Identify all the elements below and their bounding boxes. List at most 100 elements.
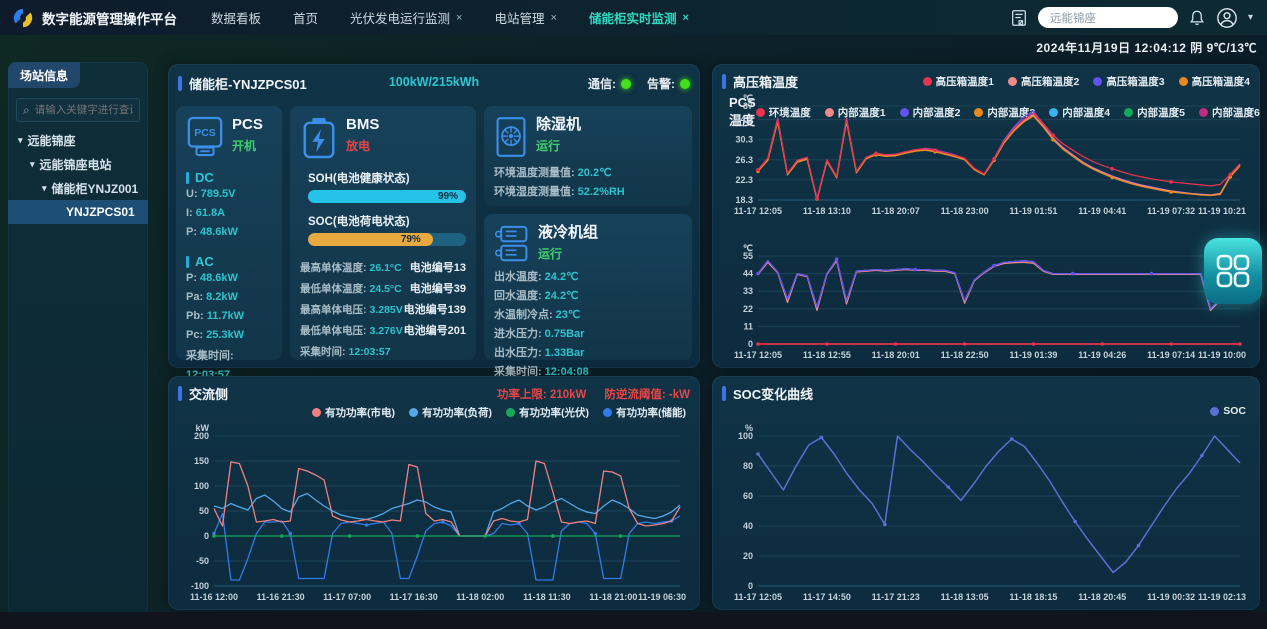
legend-item[interactable]: SOC xyxy=(1210,405,1246,417)
svg-text:-100: -100 xyxy=(191,581,209,591)
menu-item-dashboard[interactable]: 数据看板 xyxy=(211,8,261,27)
svg-text:11-18 18:15: 11-18 18:15 xyxy=(1009,592,1057,602)
env-temp-row: 环境温度测量值:20.2℃ xyxy=(494,164,682,183)
keyword-search-input[interactable] xyxy=(35,104,133,116)
temperature-charts-panel: 高压箱温度 高压箱温度1高压箱温度2高压箱温度3高压箱温度4 18.322.32… xyxy=(712,64,1260,368)
close-icon[interactable]: × xyxy=(682,12,688,24)
chart-svg: -100-50050100150200kW11-16 12:0011-16 21… xyxy=(174,422,694,604)
app-grid-icon xyxy=(1215,253,1251,289)
pcs-status: 开机 xyxy=(232,137,263,154)
svg-text:11-19 10:00: 11-19 10:00 xyxy=(1198,350,1246,360)
svg-text:80: 80 xyxy=(743,461,753,471)
close-icon[interactable]: × xyxy=(551,12,557,24)
pcs-temp-chart[interactable]: 01122334455℃11-17 12:0511-18 12:5511-18 … xyxy=(718,242,1254,362)
menu-item-home[interactable]: 首页 xyxy=(293,8,318,27)
cooling-status: 运行 xyxy=(538,245,598,262)
svg-text:11-18 20:45: 11-18 20:45 xyxy=(1078,592,1126,602)
soc-panel: SOC变化曲线 SOC 020406080100%11-17 12:0511-1… xyxy=(712,376,1260,610)
user-dropdown-icon[interactable]: ▾ xyxy=(1248,12,1253,23)
svg-text:11-19 01:39: 11-19 01:39 xyxy=(1009,350,1057,360)
legend-item[interactable]: 有功功率(负荷) xyxy=(409,405,492,420)
svg-text:℃: ℃ xyxy=(743,243,753,253)
dc-section-header: DC xyxy=(186,170,272,185)
svg-text:11-18 20:07: 11-18 20:07 xyxy=(872,206,920,216)
legend-item[interactable]: 高压箱温度4 xyxy=(1179,74,1250,89)
title-accent-bar xyxy=(722,74,726,89)
hv-temp-chart[interactable]: 18.322.326.330.334.337℃11-17 12:0511-18 … xyxy=(718,92,1254,218)
legend-item[interactable]: 有功功率(储能) xyxy=(603,405,686,420)
svg-text:11: 11 xyxy=(743,321,753,331)
outlet-temp-row: 出水温度:24.2℃ xyxy=(494,268,682,287)
bell-icon[interactable] xyxy=(1188,9,1206,27)
chart-svg: 01122334455℃11-17 12:0511-18 12:5511-18 … xyxy=(718,242,1254,362)
hv-temp-title: 高压箱温度 xyxy=(733,72,798,91)
pcs-ac-pc: Pc:25.3kW xyxy=(186,326,272,345)
title-accent-bar xyxy=(722,386,726,401)
svg-text:11-17 07:00: 11-17 07:00 xyxy=(323,592,371,602)
legend-item[interactable]: 高压箱温度2 xyxy=(1008,74,1079,89)
svg-text:11-17 16:30: 11-17 16:30 xyxy=(390,592,438,602)
tree-node-plant[interactable]: ▾远能锦座电站 xyxy=(8,152,148,176)
soc-title: SOC变化曲线 xyxy=(733,384,813,403)
caret-down-icon[interactable]: ▾ xyxy=(42,183,47,194)
svg-text:11-18 21:00: 11-18 21:00 xyxy=(589,592,637,602)
svg-text:-50: -50 xyxy=(196,556,209,566)
bms-card: BMS 放电 SOH(电池健康状态) 99% SOC(电池荷电状态) 79% 最… xyxy=(290,106,476,360)
soc-legend: SOC xyxy=(1210,405,1246,417)
soc-header: SOC变化曲线 xyxy=(712,376,1260,403)
tree-node-pcs-selected[interactable]: YNJZPCS01 xyxy=(8,200,148,224)
cabinet-capacity: 100kW/215kWh xyxy=(389,75,479,89)
soh-label: SOH(电池健康状态) xyxy=(308,170,466,186)
station-search-input[interactable] xyxy=(1038,7,1178,28)
svg-text:33: 33 xyxy=(743,286,753,296)
svg-text:11-18 13:10: 11-18 13:10 xyxy=(803,206,851,216)
quick-apps-widget[interactable] xyxy=(1204,238,1262,304)
svg-text:11-19 02:13: 11-19 02:13 xyxy=(1198,592,1246,602)
power-limit-text: 功率上限: 210kW xyxy=(497,386,586,402)
svg-text:11-19 04:26: 11-19 04:26 xyxy=(1078,350,1126,360)
soc-progress-bar: 79% xyxy=(308,233,466,246)
hv-temp-legend: 高压箱温度1 高压箱温度2 高压箱温度3 高压箱温度4 xyxy=(923,74,1250,89)
outlet-pressure-row: 出水压力:1.33Bar xyxy=(494,344,682,363)
tab-storage-realtime[interactable]: 储能柜实时监测× xyxy=(589,8,689,27)
svg-text:30.3: 30.3 xyxy=(735,135,753,145)
ac-side-panel: 交流侧 功率上限: 210kW 防逆流阈值: -kW 有功功率(市电)有功功率(… xyxy=(168,376,700,610)
bottom-strip xyxy=(0,612,1267,629)
legend-item[interactable]: 有功功率(光伏) xyxy=(506,405,589,420)
ac-limits: 功率上限: 210kW 防逆流阈值: -kW xyxy=(497,386,690,402)
svg-text:11-17 12:05: 11-17 12:05 xyxy=(734,350,782,360)
svg-text:0: 0 xyxy=(748,339,753,349)
ac-side-chart[interactable]: -100-50050100150200kW11-16 12:0011-16 21… xyxy=(174,422,694,604)
tree-node-site[interactable]: ▾远能锦座 xyxy=(8,128,148,152)
legend-item[interactable]: 有功功率(市电) xyxy=(312,405,395,420)
svg-text:11-19 01:51: 11-19 01:51 xyxy=(1009,206,1057,216)
svg-text:11-19 07:32: 11-19 07:32 xyxy=(1147,206,1195,216)
close-icon[interactable]: × xyxy=(456,12,462,24)
search-icon: ⌕ xyxy=(23,103,30,118)
svg-text:11-19 07:14: 11-19 07:14 xyxy=(1147,350,1195,360)
svg-text:11-16 21:30: 11-16 21:30 xyxy=(257,592,305,602)
svg-text:11-19 00:32: 11-19 00:32 xyxy=(1147,592,1195,602)
bms-name: BMS xyxy=(346,116,379,134)
tree-node-cabinet[interactable]: ▾储能柜YNJZ001 xyxy=(8,176,148,200)
caret-down-icon[interactable]: ▾ xyxy=(18,135,23,146)
datetime-weather: 2024年11月19日 12:04:12 阴 9℃/13℃ xyxy=(1036,39,1257,56)
alarm-status: 告警: xyxy=(647,75,690,92)
inlet-pressure-row: 进水压力:0.75Bar xyxy=(494,325,682,344)
tab-station-management[interactable]: 电站管理× xyxy=(494,8,556,27)
legend-item[interactable]: 高压箱温度1 xyxy=(923,74,994,89)
user-avatar-icon[interactable] xyxy=(1216,7,1238,29)
report-icon[interactable] xyxy=(1010,9,1028,27)
chart-svg: 020406080100%11-17 12:0511-17 14:5011-17… xyxy=(718,422,1254,604)
soc-chart[interactable]: 020406080100%11-17 12:0511-17 14:5011-17… xyxy=(718,422,1254,604)
soc-label: SOC(电池荷电状态) xyxy=(308,213,466,229)
bms-max-temp-row: 最高单体温度:26.1°C电池编号13 xyxy=(300,258,466,279)
caret-down-icon[interactable]: ▾ xyxy=(30,159,35,170)
svg-text:11-17 21:23: 11-17 21:23 xyxy=(872,592,920,602)
tab-station-info[interactable]: 场站信息 xyxy=(8,62,80,88)
dehumidifier-status: 运行 xyxy=(536,137,581,154)
svg-text:34.3: 34.3 xyxy=(735,115,753,125)
legend-item[interactable]: 高压箱温度3 xyxy=(1093,74,1164,89)
tab-pv-monitoring[interactable]: 光伏发电运行监测× xyxy=(350,8,462,27)
cooling-unit-card: 液冷机组 运行 出水温度:24.2℃ 回水温度:24.2℃ 水温制冷点:23℃ … xyxy=(484,214,692,360)
